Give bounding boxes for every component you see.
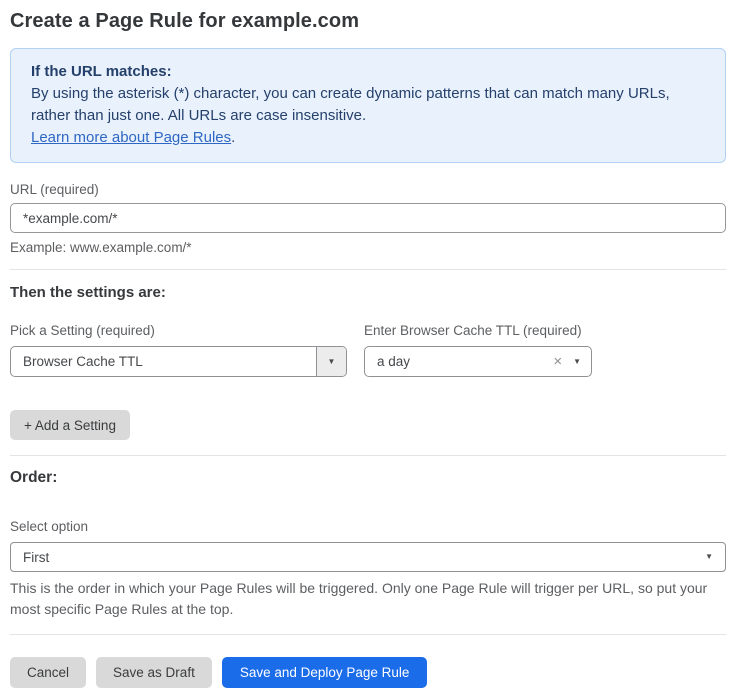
info-box-heading: If the URL matches: [31, 61, 705, 83]
ttl-picker-label: Enter Browser Cache TTL (required) [364, 323, 592, 338]
add-setting-button[interactable]: + Add a Setting [10, 410, 130, 440]
learn-more-link[interactable]: Learn more about Page Rules [31, 129, 231, 146]
info-box-body: By using the asterisk (*) character, you… [31, 83, 705, 127]
save-as-draft-button[interactable]: Save as Draft [96, 657, 212, 688]
setting-picker-select[interactable]: Browser Cache TTL ▼ [10, 346, 347, 377]
order-selected-value: First [23, 550, 705, 565]
url-field-label: URL (required) [10, 182, 726, 197]
clear-icon[interactable]: × [549, 353, 571, 370]
divider [10, 269, 726, 270]
url-example-helper: Example: www.example.com/* [10, 240, 726, 255]
order-section-heading: Order: [10, 469, 726, 487]
ttl-picker-column: Enter Browser Cache TTL (required) a day… [364, 323, 592, 377]
link-suffix: . [231, 129, 235, 146]
settings-section-heading: Then the settings are: [10, 284, 726, 301]
save-and-deploy-button[interactable]: Save and Deploy Page Rule [222, 657, 428, 688]
settings-row: Pick a Setting (required) Browser Cache … [10, 323, 726, 377]
url-input[interactable] [10, 203, 726, 233]
cancel-button[interactable]: Cancel [10, 657, 86, 688]
setting-picker-value: Browser Cache TTL [11, 347, 316, 376]
info-box-link-line: Learn more about Page Rules. [31, 127, 705, 149]
divider [10, 634, 726, 635]
ttl-picker-select[interactable]: a day × ▼ [364, 346, 592, 377]
chevron-down-icon: ▼ [705, 553, 713, 561]
order-helper-text: This is the order in which your Page Rul… [10, 578, 726, 620]
order-select-label: Select option [10, 519, 726, 534]
ttl-picker-value: a day [377, 354, 549, 369]
page-title: Create a Page Rule for example.com [10, 10, 726, 33]
order-select[interactable]: First ▼ [10, 542, 726, 572]
divider [10, 455, 726, 456]
url-matches-info-box: If the URL matches: By using the asteris… [10, 48, 726, 163]
setting-picker-label: Pick a Setting (required) [10, 323, 347, 338]
setting-picker-arrow-section[interactable]: ▼ [316, 347, 346, 376]
footer-actions: Cancel Save as Draft Save and Deploy Pag… [10, 657, 726, 688]
create-page-rule-form: Create a Page Rule for example.com If th… [0, 0, 736, 688]
chevron-down-icon: ▼ [328, 358, 336, 366]
setting-picker-column: Pick a Setting (required) Browser Cache … [10, 323, 347, 377]
chevron-down-icon: ▼ [571, 358, 581, 366]
